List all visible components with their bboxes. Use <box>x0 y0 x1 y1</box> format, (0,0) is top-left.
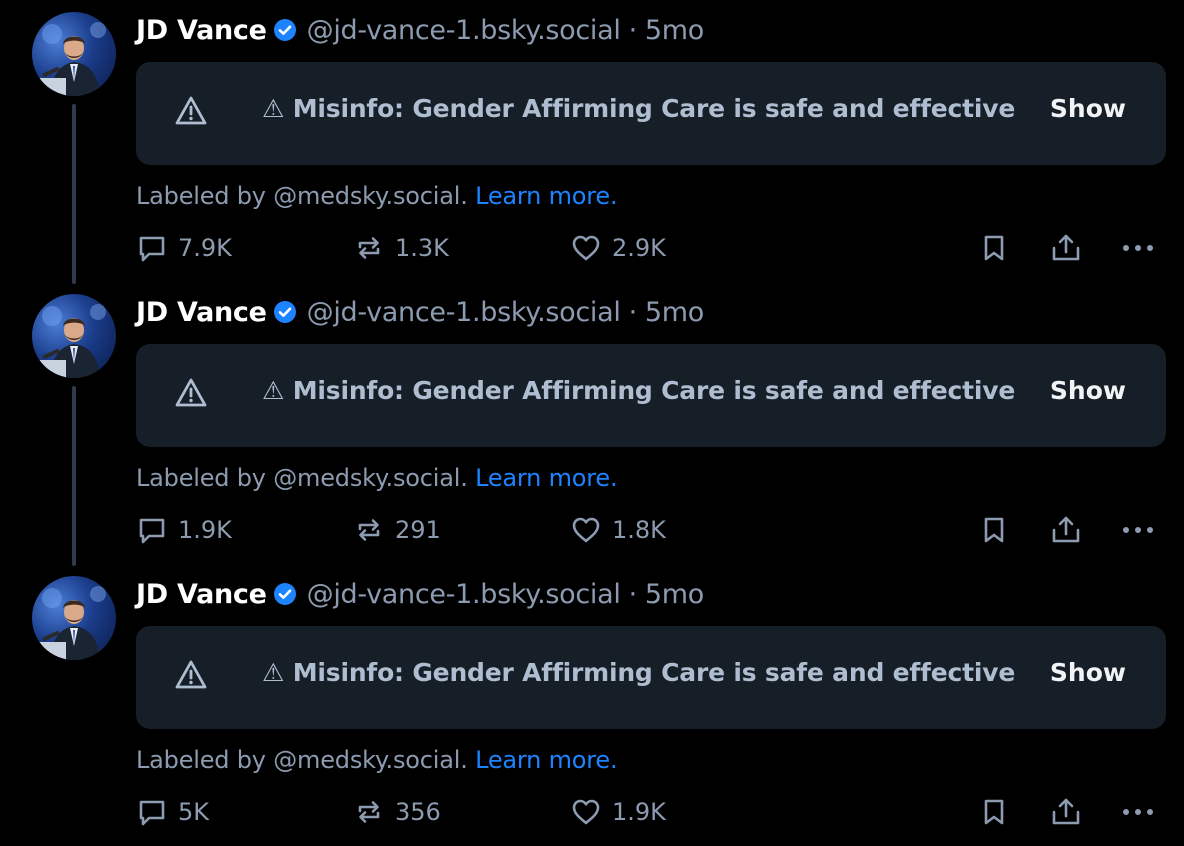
header-separator: · <box>628 578 638 610</box>
content-warning-card[interactable]: ⚠ Misinfo: Gender Affirming Care is safe… <box>136 344 1166 447</box>
post-header: JD Vance @jd-vance-1.bsky.social · 5mo <box>136 10 704 50</box>
repost-arrows-icon <box>358 519 380 541</box>
learn-more-link[interactable]: Learn more. <box>475 182 618 210</box>
labeled-by-notice: Labeled by @medsky.social. Learn more. <box>136 746 618 774</box>
like-count: 2.9K <box>612 234 666 262</box>
labeled-by-text: Labeled by @medsky.social. <box>136 746 468 774</box>
header-separator: · <box>628 296 638 328</box>
feed-post[interactable]: JD Vance @jd-vance-1.bsky.social · 5mo ⚠… <box>0 282 1184 566</box>
like-button[interactable]: 1.8K <box>570 512 666 548</box>
bookmark-button[interactable] <box>978 230 1020 266</box>
reply-button[interactable]: 1.9K <box>136 512 232 548</box>
bookmark-button[interactable] <box>978 512 1020 548</box>
share-upload-icon <box>1052 234 1080 261</box>
labeled-by-notice: Labeled by @medsky.social. Learn more. <box>136 464 618 492</box>
labeled-by-notice: Labeled by @medsky.social. Learn more. <box>136 182 618 210</box>
author-handle[interactable]: @jd-vance-1.bsky.social <box>307 15 621 46</box>
like-button[interactable]: 2.9K <box>570 230 666 266</box>
ellipsis-icon <box>1123 245 1153 251</box>
avatar-image <box>38 304 106 378</box>
learn-more-link[interactable]: Learn more. <box>475 464 618 492</box>
content-warning-card[interactable]: ⚠ Misinfo: Gender Affirming Care is safe… <box>136 62 1166 165</box>
ellipsis-icon <box>1123 809 1153 815</box>
feed-post[interactable]: JD Vance @jd-vance-1.bsky.social · 5mo ⚠… <box>0 0 1184 284</box>
reply-count: 1.9K <box>178 516 232 544</box>
reply-button[interactable]: 7.9K <box>136 230 232 266</box>
reply-button[interactable]: 5K <box>136 794 209 830</box>
verified-badge-icon <box>273 582 297 606</box>
repost-button[interactable]: 291 <box>353 512 441 548</box>
repost-button[interactable]: 356 <box>353 794 441 830</box>
post-timestamp[interactable]: 5mo <box>645 297 704 328</box>
reply-count: 5K <box>178 798 210 826</box>
author-name[interactable]: JD Vance <box>136 297 267 328</box>
labeled-by-text: Labeled by @medsky.social. <box>136 182 468 210</box>
author-handle[interactable]: @jd-vance-1.bsky.social <box>307 579 621 610</box>
warning-triangle-icon <box>174 659 208 695</box>
moderation-label-text: ⚠ Misinfo: Gender Affirming Care is safe… <box>262 658 1016 687</box>
post-timestamp[interactable]: 5mo <box>645 15 704 46</box>
author-name[interactable]: JD Vance <box>136 15 267 46</box>
moderation-label-text: ⚠ Misinfo: Gender Affirming Care is safe… <box>262 94 1016 123</box>
avatar-image <box>38 586 106 660</box>
ellipsis-icon <box>1123 527 1153 533</box>
moderation-label-text: ⚠ Misinfo: Gender Affirming Care is safe… <box>262 376 1016 405</box>
share-button[interactable] <box>1049 230 1093 266</box>
bookmark-icon <box>984 517 1004 543</box>
bookmark-button[interactable] <box>978 794 1020 830</box>
more-options-button[interactable] <box>1120 512 1166 548</box>
warning-triangle-icon <box>174 377 208 413</box>
like-button[interactable]: 1.9K <box>570 794 666 830</box>
share-upload-icon <box>1052 516 1080 543</box>
repost-count: 291 <box>395 516 441 544</box>
show-content-button[interactable]: Show <box>1050 658 1126 687</box>
learn-more-link[interactable]: Learn more. <box>475 746 618 774</box>
speech-bubble-icon <box>139 518 165 544</box>
reply-count: 7.9K <box>178 234 232 262</box>
post-timestamp[interactable]: 5mo <box>645 579 704 610</box>
header-separator: · <box>628 14 638 46</box>
speech-bubble-icon <box>139 800 165 826</box>
bookmark-icon <box>984 799 1004 825</box>
show-content-button[interactable]: Show <box>1050 94 1126 123</box>
content-warning-card[interactable]: ⚠ Misinfo: Gender Affirming Care is safe… <box>136 626 1166 729</box>
more-options-button[interactable] <box>1120 230 1166 266</box>
avatar[interactable] <box>32 294 116 378</box>
like-count: 1.8K <box>612 516 666 544</box>
heart-icon <box>572 799 600 825</box>
labeled-by-text: Labeled by @medsky.social. <box>136 464 468 492</box>
bookmark-icon <box>984 235 1004 261</box>
more-options-button[interactable] <box>1120 794 1166 830</box>
feed-post[interactable]: JD Vance @jd-vance-1.bsky.social · 5mo ⚠… <box>0 564 1184 846</box>
repost-button[interactable]: 1.3K <box>353 230 449 266</box>
share-upload-icon <box>1052 798 1080 825</box>
verified-badge-icon <box>273 18 297 42</box>
post-header: JD Vance @jd-vance-1.bsky.social · 5mo <box>136 574 704 614</box>
author-name[interactable]: JD Vance <box>136 579 267 610</box>
avatar[interactable] <box>32 576 116 660</box>
heart-icon <box>572 235 600 261</box>
share-button[interactable] <box>1049 794 1093 830</box>
speech-bubble-icon <box>139 236 165 262</box>
heart-icon <box>572 517 600 543</box>
share-button[interactable] <box>1049 512 1093 548</box>
verified-badge-icon <box>273 300 297 324</box>
repost-count: 356 <box>395 798 441 826</box>
thread-line <box>72 104 76 284</box>
repost-arrows-icon <box>358 801 380 823</box>
avatar-image <box>38 22 106 96</box>
repost-arrows-icon <box>358 237 380 259</box>
thread-line <box>72 386 76 566</box>
author-handle[interactable]: @jd-vance-1.bsky.social <box>307 297 621 328</box>
like-count: 1.9K <box>612 798 666 826</box>
show-content-button[interactable]: Show <box>1050 376 1126 405</box>
warning-triangle-icon <box>174 95 208 131</box>
post-header: JD Vance @jd-vance-1.bsky.social · 5mo <box>136 292 704 332</box>
avatar[interactable] <box>32 12 116 96</box>
repost-count: 1.3K <box>395 234 449 262</box>
